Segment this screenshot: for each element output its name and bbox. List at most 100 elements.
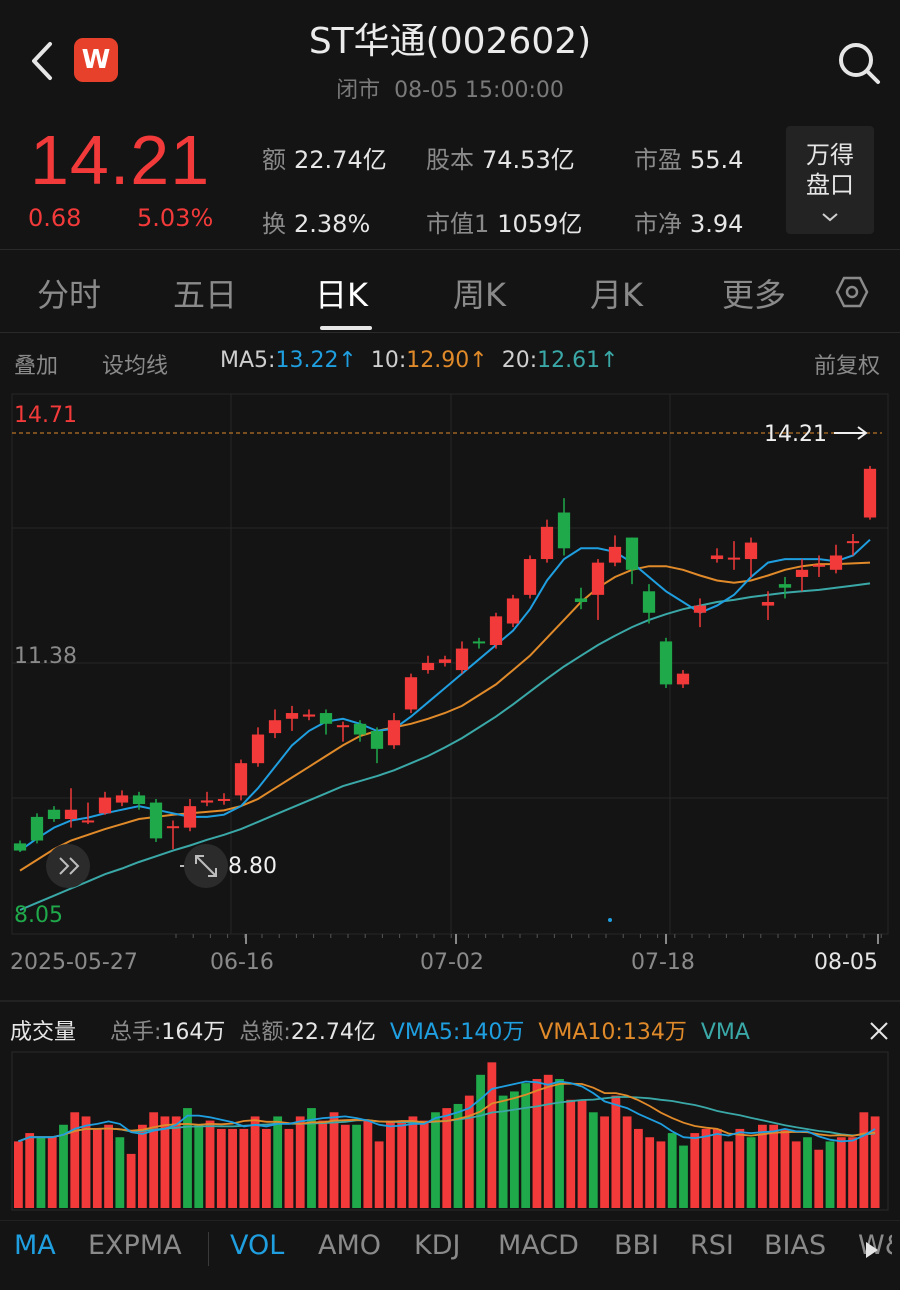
vma10-value: 134万	[622, 1020, 687, 1045]
volume-bar	[70, 1112, 80, 1208]
candle-body	[336, 725, 350, 728]
volume-bar	[295, 1116, 305, 1208]
total-amount-value: 22.74亿	[290, 1020, 376, 1045]
volume-bar	[746, 1137, 756, 1208]
volume-bar	[634, 1128, 643, 1208]
indicator-tab-amo[interactable]: AMO	[318, 1230, 381, 1261]
stat-share-capital: 股本 74.53亿	[426, 140, 575, 175]
candle-body	[30, 816, 44, 841]
candle-body	[659, 641, 673, 685]
chevron-down-icon	[822, 213, 838, 222]
candle-body	[693, 605, 707, 613]
volume-bar	[171, 1116, 181, 1208]
expand-sidebar-icon[interactable]	[46, 844, 90, 888]
last-price-arrow-icon	[834, 426, 868, 440]
set-ma-button[interactable]: 设均线	[102, 348, 168, 380]
low-marker-label: 8.80	[228, 854, 277, 879]
indicator-tab-macd[interactable]: MACD	[498, 1230, 579, 1261]
volume-bar	[476, 1074, 485, 1208]
volume-bar	[566, 1099, 576, 1208]
overlay-button[interactable]: 叠加	[14, 348, 58, 380]
fullscreen-icon[interactable]	[184, 844, 228, 888]
volume-bar	[374, 1141, 384, 1208]
candle-body	[472, 641, 486, 644]
volume-bar	[690, 1133, 700, 1208]
stat-key: 市盈	[634, 146, 682, 174]
volume-bar	[408, 1116, 418, 1208]
event-marker	[608, 918, 612, 922]
candle-body	[166, 826, 180, 829]
price-max-label: 14.71	[14, 403, 77, 428]
volume-bar	[92, 1128, 102, 1208]
indicator-tab-kdj[interactable]: KDJ	[414, 1230, 460, 1261]
candle-body	[727, 557, 741, 560]
tab-daily-k[interactable]: 日K	[315, 270, 368, 316]
kline-chart[interactable]: 14.71 11.38 8.05 14.21 8.80	[0, 390, 900, 950]
market-status: 闭市 08-05 15:00:00	[0, 72, 900, 104]
indicator-tab-rsi[interactable]: RSI	[690, 1230, 734, 1261]
stat-key: 股本	[426, 146, 474, 174]
indicator-tab-ma[interactable]: MA	[14, 1230, 56, 1261]
candle-body	[251, 734, 265, 764]
indicator-tab-expma[interactable]: EXPMA	[88, 1230, 182, 1261]
volume-bar	[814, 1149, 824, 1208]
play-right-icon[interactable]	[864, 1240, 880, 1260]
vma10-label: VMA10:	[538, 1020, 623, 1045]
candle-body	[540, 526, 554, 560]
indicator-tab-vol[interactable]: VOL	[230, 1230, 284, 1261]
tab-intraday[interactable]: 分时	[37, 270, 101, 316]
candle-body	[115, 795, 129, 803]
stat-value: 55.4	[690, 146, 744, 174]
candle-body	[183, 806, 197, 828]
stat-key: 换	[262, 210, 286, 238]
volume-bar	[645, 1137, 655, 1208]
volume-bar	[600, 1116, 609, 1208]
market-status-text: 闭市	[336, 78, 381, 103]
volume-bar	[59, 1124, 68, 1208]
indicator-tab-bbi[interactable]: BBI	[614, 1230, 659, 1261]
volume-stats: 总手:164万 总额:22.74亿 VMA5:140万 VMA10:134万 V…	[110, 1014, 750, 1046]
wind-pankou-button[interactable]: 万得 盘口	[786, 126, 874, 234]
candle-body	[625, 537, 639, 570]
volume-bar	[588, 1112, 598, 1208]
volume-bar	[701, 1128, 711, 1208]
ma10-value: 12.90↑	[406, 348, 488, 373]
volume-bar	[284, 1128, 294, 1208]
search-icon[interactable]	[834, 38, 884, 88]
candle-body	[47, 809, 61, 820]
tab-more[interactable]: 更多	[722, 270, 786, 316]
candle-body	[302, 714, 316, 717]
stat-value: 22.74亿	[294, 146, 387, 174]
volume-bar	[555, 1078, 564, 1208]
candle-body	[319, 713, 333, 724]
stat-value: 1059亿	[497, 210, 583, 238]
candle-body	[217, 798, 231, 801]
volume-chart[interactable]	[0, 1050, 900, 1212]
current-price: 14.21	[30, 121, 211, 199]
settings-hexagon-icon[interactable]	[834, 274, 870, 310]
price-min-label: 8.05	[14, 903, 63, 928]
candle-body	[846, 541, 860, 544]
tab-weekly-k[interactable]: 周K	[453, 270, 506, 316]
volume-bar	[115, 1137, 125, 1208]
indicator-tab-bias[interactable]: BIAS	[764, 1230, 826, 1261]
close-icon[interactable]	[866, 1018, 892, 1044]
date-label: 08-05	[814, 950, 878, 975]
volume-bar	[487, 1062, 497, 1208]
ma5-label: MA5:	[220, 348, 276, 373]
volume-bar	[363, 1120, 373, 1208]
volume-bar	[836, 1137, 846, 1208]
candle-body	[608, 546, 622, 563]
volume-bar	[273, 1116, 283, 1208]
tab-monthly-k[interactable]: 月K	[590, 270, 643, 316]
volume-bar	[543, 1074, 553, 1208]
header: W ST华通(002602) 闭市 08-05 15:00:00	[0, 0, 900, 110]
tab-five-day[interactable]: 五日	[173, 270, 237, 316]
vma20-label: VMA	[700, 1020, 750, 1045]
forward-adjust-button[interactable]: 前复权	[814, 348, 880, 380]
volume-bar	[329, 1112, 339, 1208]
volume-bar	[239, 1128, 249, 1208]
candle-body	[863, 468, 877, 518]
candle-body	[64, 809, 78, 820]
volume-bar	[667, 1133, 677, 1208]
